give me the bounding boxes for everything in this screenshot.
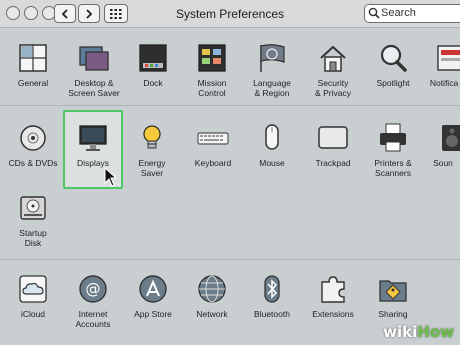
chevron-right-icon bbox=[86, 8, 93, 19]
lightbulb-icon bbox=[143, 125, 161, 149]
pref-desktop-screen-saver[interactable]: Desktop & Screen Saver bbox=[65, 42, 123, 112]
pref-icloud[interactable]: iCloud bbox=[4, 273, 62, 343]
disk-icon bbox=[20, 196, 46, 220]
search-input[interactable]: Search bbox=[364, 4, 460, 23]
section-divider bbox=[0, 259, 460, 260]
cloud-icon bbox=[19, 275, 47, 303]
pref-notifications[interactable]: Notifica bbox=[422, 42, 460, 112]
trackpad-icon bbox=[318, 126, 348, 149]
pref-language-region[interactable]: Language & Region bbox=[243, 42, 301, 112]
magnifier-icon bbox=[380, 44, 407, 72]
pref-label: Soun bbox=[433, 158, 453, 168]
forward-button[interactable] bbox=[78, 4, 100, 23]
pref-mouse[interactable]: Mouse bbox=[243, 122, 301, 192]
pref-general[interactable]: General bbox=[4, 42, 62, 112]
show-all-button[interactable] bbox=[104, 4, 128, 23]
dock-icon bbox=[139, 44, 167, 72]
pref-internet-accounts[interactable]: @ Internet Accounts bbox=[64, 273, 122, 343]
globe-icon bbox=[198, 275, 226, 303]
general-icon bbox=[19, 44, 47, 72]
search-icon bbox=[368, 7, 380, 19]
bluetooth-icon bbox=[264, 275, 280, 303]
pref-printers-scanners[interactable]: Printers & Scanners bbox=[364, 122, 422, 192]
grid-icon bbox=[110, 8, 122, 19]
app-store-icon bbox=[139, 275, 167, 303]
pref-energy-saver[interactable]: Energy Saver bbox=[123, 122, 181, 192]
at-sign-icon: @ bbox=[79, 275, 107, 303]
mission-control-icon bbox=[198, 44, 226, 72]
section-divider bbox=[0, 105, 460, 106]
pref-keyboard[interactable]: Keyboard bbox=[184, 122, 242, 192]
pref-security-privacy[interactable]: Security & Privacy bbox=[304, 42, 362, 112]
pref-mission-control[interactable]: Mission Control bbox=[183, 42, 241, 112]
monitor-icon bbox=[79, 125, 107, 151]
pref-label: Startup Disk bbox=[19, 228, 47, 248]
watermark-wiki: wiki bbox=[383, 323, 418, 341]
search-text: Search bbox=[381, 7, 416, 19]
pref-app-store[interactable]: App Store bbox=[124, 273, 182, 343]
watermark-how: How bbox=[417, 323, 454, 341]
chevron-left-icon bbox=[61, 8, 68, 19]
close-button[interactable] bbox=[6, 6, 20, 20]
pref-network[interactable]: Network bbox=[183, 273, 241, 343]
pref-sound[interactable]: Soun bbox=[423, 122, 460, 192]
mouse-icon bbox=[265, 124, 279, 150]
pref-extensions[interactable]: Extensions bbox=[304, 273, 362, 343]
language-flag-icon bbox=[260, 44, 285, 72]
pref-label: Notifica bbox=[429, 78, 459, 88]
puzzle-icon bbox=[321, 276, 345, 303]
cursor-arrow-icon bbox=[104, 167, 118, 187]
pref-spotlight[interactable]: Spotlight bbox=[364, 42, 422, 112]
house-lock-icon bbox=[320, 45, 346, 72]
sharing-folder-icon bbox=[379, 280, 407, 302]
printer-icon bbox=[380, 123, 406, 152]
speaker-icon bbox=[442, 125, 460, 151]
keyboard-icon bbox=[197, 132, 229, 145]
notifications-icon bbox=[437, 45, 460, 71]
pref-startup-disk[interactable]: Startup Disk bbox=[4, 192, 62, 262]
title-bar: System Preferences Search bbox=[0, 0, 460, 28]
back-button[interactable] bbox=[54, 4, 76, 23]
wikihow-watermark: wikiHow bbox=[383, 323, 454, 341]
pref-bluetooth[interactable]: Bluetooth bbox=[243, 273, 301, 343]
pref-label: Sharing bbox=[378, 309, 408, 319]
pref-dock[interactable]: Dock bbox=[124, 42, 182, 112]
disc-icon bbox=[20, 125, 46, 151]
pref-cds-dvds[interactable]: CDs & DVDs bbox=[4, 122, 62, 192]
pref-trackpad[interactable]: Trackpad bbox=[304, 122, 362, 192]
svg-text:@: @ bbox=[86, 280, 101, 298]
minimize-button[interactable] bbox=[24, 6, 38, 20]
desktop-icon bbox=[79, 46, 109, 71]
